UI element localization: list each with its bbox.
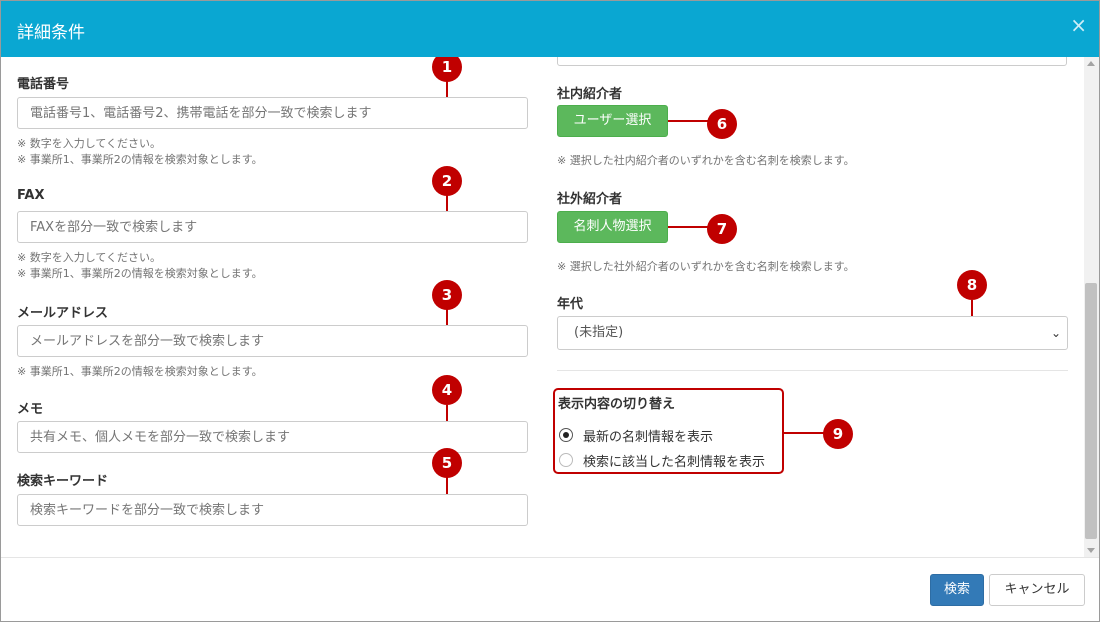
email-label: メールアドレス: [17, 306, 109, 321]
callout-8: 8: [957, 270, 987, 300]
modal-body: 電話番号 ※ 数字を入力してください。 ※ 事業所1、事業所2の情報を検索対象と…: [1, 57, 1099, 557]
scroll-thumb[interactable]: [1085, 283, 1097, 539]
callout-7-line: [668, 226, 708, 228]
external-referrer-label: 社外紹介者: [557, 192, 623, 207]
chevron-down-icon: ⌄: [1050, 326, 1061, 340]
fax-label: FAX: [17, 188, 45, 203]
keyword-input[interactable]: [17, 494, 528, 526]
divider: [557, 370, 1068, 371]
radio-latest-card[interactable]: [559, 428, 573, 442]
phone-input[interactable]: [17, 97, 528, 129]
callout-4: 4: [432, 375, 462, 405]
phone-label: 電話番号: [17, 77, 70, 92]
callout-5: 5: [432, 448, 462, 478]
modal-footer: 検索 キャンセル: [1, 557, 1099, 621]
email-help: ※ 事業所1、事業所2の情報を検索対象とします。: [17, 365, 263, 378]
internal-referrer-help: ※ 選択した社内紹介者のいずれかを含む名刺を検索します。: [557, 154, 855, 167]
external-referrer-help: ※ 選択した社外紹介者のいずれかを含む名刺を検索します。: [557, 260, 855, 273]
callout-3: 3: [432, 280, 462, 310]
callout-9-line: [784, 432, 824, 434]
detail-conditions-modal: 詳細条件 × 電話番号 ※ 数字を入力してください。 ※ 事業所1、事業所2の情…: [0, 0, 1100, 622]
callout-4-line: [446, 405, 448, 421]
callout-1: 1: [432, 57, 462, 82]
callout-2: 2: [432, 166, 462, 196]
modal-title: 詳細条件: [17, 23, 85, 43]
age-label: 年代: [557, 297, 584, 312]
user-select-button[interactable]: ユーザー選択: [557, 105, 668, 137]
cancel-button[interactable]: キャンセル: [989, 574, 1085, 606]
fax-help: ※ 数字を入力してください。 ※ 事業所1、事業所2の情報を検索対象とします。: [17, 251, 263, 280]
age-select-value: (未指定): [574, 325, 624, 340]
keyword-label: 検索キーワード: [17, 474, 109, 489]
scroll-down-icon[interactable]: [1087, 548, 1095, 553]
age-select[interactable]: (未指定) ⌄: [557, 316, 1068, 350]
callout-6: 6: [707, 109, 737, 139]
partial-input-top[interactable]: [557, 57, 1067, 66]
fax-input[interactable]: [17, 211, 528, 243]
modal-header: 詳細条件 ×: [1, 1, 1099, 57]
email-input[interactable]: [17, 325, 528, 357]
callout-8-line: [971, 300, 973, 316]
card-person-select-button[interactable]: 名刺人物選択: [557, 211, 668, 243]
vertical-scrollbar[interactable]: [1084, 57, 1099, 557]
radio-latest-card-label: 最新の名刺情報を表示: [583, 430, 714, 445]
callout-3-line: [446, 309, 448, 325]
internal-referrer-label: 社内紹介者: [557, 87, 623, 102]
callout-7: 7: [707, 214, 737, 244]
radio-matched-card-label: 検索に該当した名刺情報を表示: [583, 455, 766, 470]
callout-9: 9: [823, 419, 853, 449]
close-icon[interactable]: ×: [1070, 13, 1087, 37]
callout-5-line: [446, 477, 448, 494]
search-button[interactable]: 検索: [930, 574, 984, 606]
radio-matched-card[interactable]: [559, 453, 573, 467]
display-toggle-label: 表示内容の切り替え: [558, 397, 676, 412]
callout-6-line: [668, 120, 708, 122]
callout-2-line: [446, 195, 448, 211]
scroll-up-icon[interactable]: [1087, 61, 1095, 66]
callout-1-line: [446, 81, 448, 97]
phone-help: ※ 数字を入力してください。 ※ 事業所1、事業所2の情報を検索対象とします。: [17, 137, 263, 166]
memo-label: メモ: [17, 402, 44, 417]
